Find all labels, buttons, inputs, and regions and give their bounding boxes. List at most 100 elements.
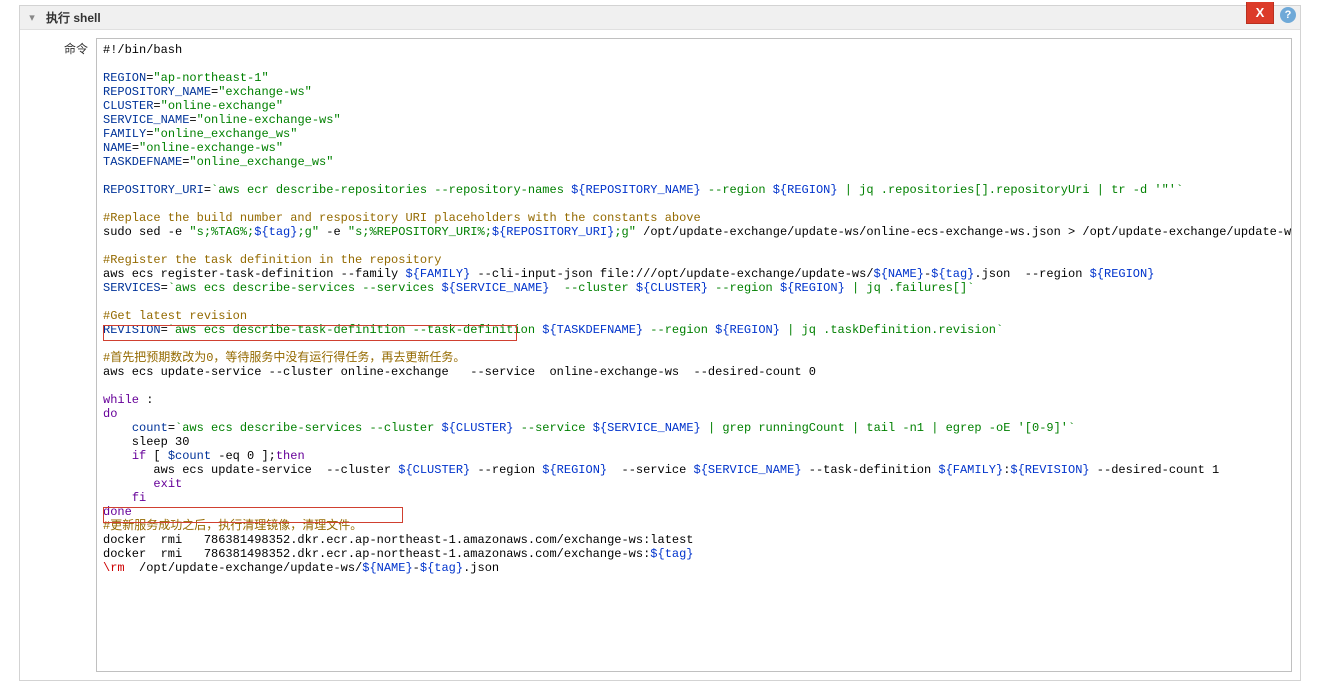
code-token: #更新服务成功之后，执行清理镜像，清理文件。 <box>103 519 362 533</box>
shell-script-editor[interactable]: #!/bin/bash REGION="ap-northeast-1"REPOS… <box>96 38 1292 672</box>
code-token: `aws ecr describe-repositories --reposit… <box>211 183 571 197</box>
code-token: --service <box>514 421 593 435</box>
code-line <box>103 239 1285 253</box>
code-line: aws ecs register-task-definition --famil… <box>103 267 1285 281</box>
code-token: then <box>276 449 305 463</box>
code-token: `aws ecs describe-services --cluster <box>175 421 441 435</box>
code-token: = <box>161 281 168 295</box>
code-line <box>103 379 1285 393</box>
code-token: --desired-count 1 <box>1090 463 1220 477</box>
code-line: sudo sed -e "s;%TAG%;${tag};g" -e "s;%RE… <box>103 225 1285 239</box>
code-token: ${REGION} <box>1090 267 1155 281</box>
code-token: aws ecs update-service --cluster <box>103 463 398 477</box>
code-token: --region <box>708 281 780 295</box>
code-token: done <box>103 505 132 519</box>
code-token: "online-exchange" <box>161 99 283 113</box>
code-token: docker rmi 786381498352.dkr.ecr.ap-north… <box>103 547 650 561</box>
code-token: ${REPOSITORY_URI} <box>492 225 614 239</box>
code-token: ${REPOSITORY_NAME} <box>571 183 701 197</box>
collapse-icon[interactable]: ▾ <box>20 11 44 24</box>
code-line: REPOSITORY_URI=`aws ecr describe-reposit… <box>103 183 1285 197</box>
code-token: .json --region <box>974 267 1089 281</box>
code-token: | grep runningCount | tail -n1 | egrep -… <box>701 421 1075 435</box>
code-token: ${FAMILY} <box>938 463 1003 477</box>
code-token: ${REGION} <box>773 183 838 197</box>
code-token: [ <box>146 449 168 463</box>
code-line: #更新服务成功之后，执行清理镜像，清理文件。 <box>103 519 1285 533</box>
code-token: = <box>161 323 168 337</box>
panel-title: 执行 shell <box>44 9 101 26</box>
code-token: exit <box>153 477 182 491</box>
code-token: | jq .repositories[].repositoryUri | tr … <box>838 183 1184 197</box>
code-token: if <box>132 449 146 463</box>
code-line: while : <box>103 393 1285 407</box>
code-token: `aws ecs describe-services --services <box>168 281 442 295</box>
code-token: "ap-northeast-1" <box>153 71 268 85</box>
code-line: sleep 30 <box>103 435 1285 449</box>
code-token: --region <box>470 463 542 477</box>
code-token: --region <box>701 183 773 197</box>
code-line: #!/bin/bash <box>103 43 1285 57</box>
code-token: --task-definition <box>802 463 939 477</box>
code-line: count=`aws ecs describe-services --clust… <box>103 421 1285 435</box>
code-token: fi <box>132 491 146 505</box>
code-line: REGION="ap-northeast-1" <box>103 71 1285 85</box>
code-token: ${REGION} <box>542 463 607 477</box>
code-line: fi <box>103 491 1285 505</box>
code-token: #Replace the build number and respositor… <box>103 211 701 225</box>
code-token: = <box>132 141 139 155</box>
code-line <box>103 337 1285 351</box>
code-token: ${NAME} <box>362 561 412 575</box>
code-line: \rm /opt/update-exchange/update-ws/${NAM… <box>103 561 1285 575</box>
code-line: NAME="online-exchange-ws" <box>103 141 1285 155</box>
code-token: FAMILY <box>103 127 146 141</box>
help-icon[interactable]: ? <box>1280 7 1296 23</box>
code-token: ${tag} <box>254 225 297 239</box>
code-token: "s;%TAG%; <box>189 225 254 239</box>
code-token: REGION <box>103 71 146 85</box>
code-token: "online-exchange-ws" <box>197 113 341 127</box>
code-line: if [ $count -eq 0 ];then <box>103 449 1285 463</box>
code-token: .json <box>463 561 499 575</box>
code-token: | jq .taskDefinition.revision` <box>780 323 1003 337</box>
code-token: do <box>103 407 117 421</box>
code-token: SERVICES <box>103 281 161 295</box>
code-token: = <box>168 421 175 435</box>
code-token: --region <box>643 323 715 337</box>
code-token: aws ecs update-service --cluster online-… <box>103 365 816 379</box>
code-line: #Register the task definition in the rep… <box>103 253 1285 267</box>
code-token <box>103 491 132 505</box>
code-line: SERVICE_NAME="online-exchange-ws" <box>103 113 1285 127</box>
code-token: - <box>413 561 420 575</box>
code-line: done <box>103 505 1285 519</box>
code-token: aws ecs register-task-definition --famil… <box>103 267 405 281</box>
code-token: "online_exchange_ws" <box>189 155 333 169</box>
code-token: while <box>103 393 139 407</box>
code-token: sleep 30 <box>103 435 189 449</box>
code-line: #首先把预期数改为0，等待服务中没有运行得任务，再去更新任务。 <box>103 351 1285 365</box>
code-token: --cluster <box>550 281 636 295</box>
code-token: #首先把预期数改为0，等待服务中没有运行得任务，再去更新任务。 <box>103 351 465 365</box>
code-line <box>103 57 1285 71</box>
code-line <box>103 197 1285 211</box>
code-token: REPOSITORY_URI <box>103 183 204 197</box>
code-token: "exchange-ws" <box>218 85 312 99</box>
close-button[interactable]: X <box>1246 2 1274 24</box>
code-token: sudo sed -e <box>103 225 189 239</box>
code-token: ${FAMILY} <box>405 267 470 281</box>
code-token: #Get latest revision <box>103 309 247 323</box>
code-line <box>103 295 1285 309</box>
command-label: 命令 <box>20 30 96 57</box>
code-token: ;g" <box>614 225 636 239</box>
code-line: docker rmi 786381498352.dkr.ecr.ap-north… <box>103 547 1285 561</box>
code-token: --service <box>607 463 693 477</box>
code-line: #Get latest revision <box>103 309 1285 323</box>
code-token <box>103 477 153 491</box>
code-token: ${TASKDEFNAME} <box>542 323 643 337</box>
code-token: | jq .failures[]` <box>845 281 975 295</box>
code-token: `aws ecs describe-task-definition --task… <box>168 323 542 337</box>
code-line: aws ecs update-service --cluster ${CLUST… <box>103 463 1285 477</box>
code-token: ${tag} <box>420 561 463 575</box>
code-token: --cli-input-json file:///opt/update-exch… <box>470 267 873 281</box>
code-token: "s;%REPOSITORY_URI%; <box>348 225 492 239</box>
